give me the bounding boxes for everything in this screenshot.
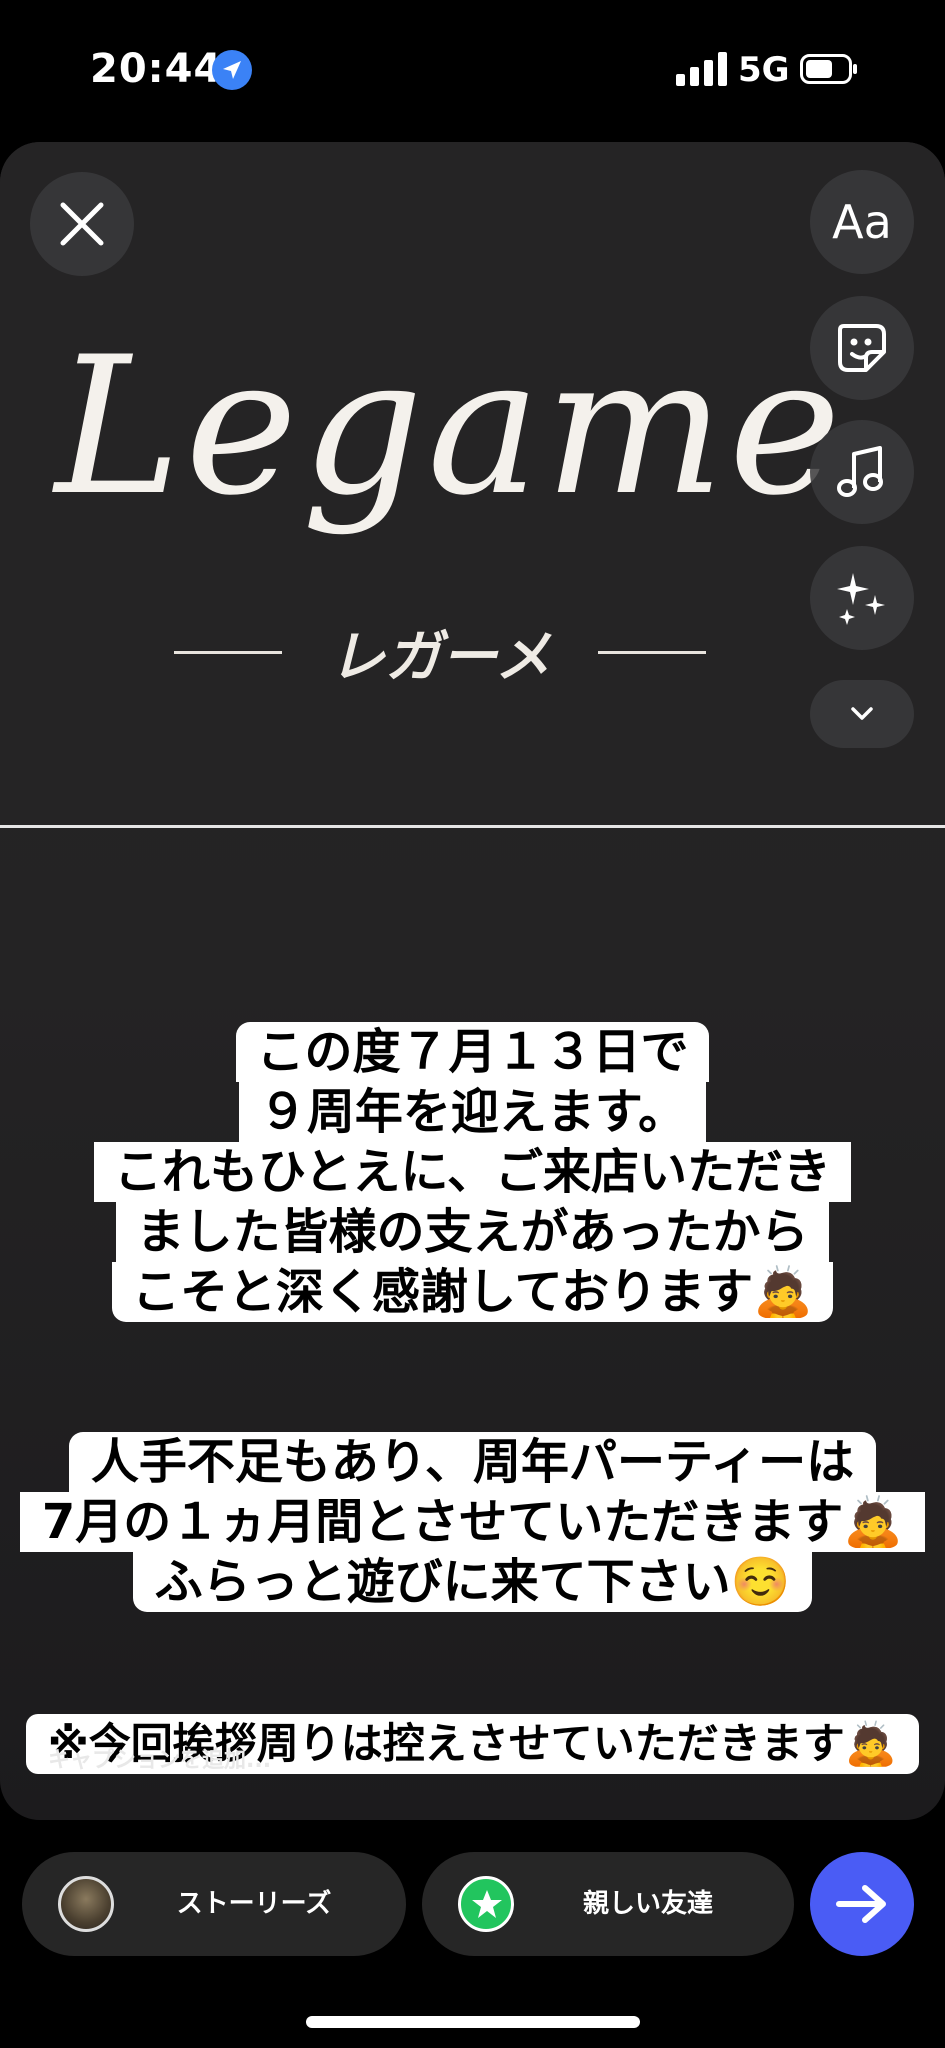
- text-tool-button[interactable]: Aa: [810, 170, 914, 274]
- music-note-icon: [837, 446, 883, 497]
- text-line: 7月の１ヵ月間とさせていただきます🙇: [19, 1492, 926, 1552]
- battery-icon: [800, 54, 857, 84]
- text-line: これもひとえに、ご来店いただき: [93, 1142, 852, 1202]
- sticker-button[interactable]: [810, 296, 914, 400]
- logo-rule-right: [598, 651, 706, 654]
- more-tools-button[interactable]: [810, 680, 914, 748]
- location-arrow-icon: [212, 50, 252, 90]
- star-icon: [458, 1876, 514, 1932]
- logo-rule-left: [174, 651, 282, 654]
- story-canvas[interactable]: Legame レガーメ Aa この度７月１３日で ９周年を迎えます。 これもひと…: [0, 142, 945, 1820]
- music-button[interactable]: [810, 420, 914, 524]
- text-line: ました皆様の支えがあったから: [116, 1202, 829, 1262]
- share-to-close-friends-button[interactable]: 親しい友達: [422, 1852, 794, 1956]
- status-time: 20:44: [90, 46, 223, 92]
- caption-input[interactable]: キャプションを追加...: [48, 1742, 271, 1774]
- text-line: 人手不足もあり、周年パーティーは: [68, 1432, 877, 1492]
- stories-label: ストーリーズ: [176, 1889, 332, 1919]
- send-button[interactable]: [810, 1852, 914, 1956]
- signal-bars-icon: [676, 52, 727, 86]
- chevron-down-icon: [851, 707, 873, 720]
- home-indicator: [306, 2016, 640, 2028]
- network-type: 5G: [738, 50, 790, 90]
- effects-button[interactable]: [810, 546, 914, 650]
- text-line: ふらっと遊びに来て下さい☺️: [132, 1552, 813, 1612]
- image-divider: [0, 825, 945, 828]
- sparkles-icon: [837, 573, 885, 625]
- avatar: [58, 1876, 114, 1932]
- status-bar: 20:44 5G: [0, 0, 945, 140]
- close-friends-label: 親しい友達: [582, 1889, 713, 1919]
- text-block-anniversary[interactable]: この度７月１３日で ９周年を迎えます。 これもひとえに、ご来店いただき ました皆…: [0, 1022, 945, 1322]
- arrow-right-icon: [836, 1885, 886, 1923]
- sticker-icon: [838, 324, 886, 372]
- logo-wordmark: Legame: [54, 316, 846, 537]
- logo-kana: レガーメ: [329, 624, 551, 690]
- logo-subtitle: レガーメ: [170, 612, 710, 692]
- story-image: Legame レガーメ: [0, 142, 945, 825]
- text-line: こそと深く感謝しております🙇: [112, 1262, 833, 1322]
- text-block-party[interactable]: 人手不足もあり、周年パーティーは 7月の１ヵ月間とさせていただきます🙇 ふらっと…: [0, 1432, 945, 1612]
- close-icon: [60, 202, 104, 246]
- close-button[interactable]: [30, 172, 134, 276]
- share-to-stories-button[interactable]: ストーリーズ: [22, 1852, 406, 1956]
- text-line: この度７月１３日で: [236, 1022, 709, 1082]
- text-line: ９周年を迎えます。: [238, 1082, 707, 1142]
